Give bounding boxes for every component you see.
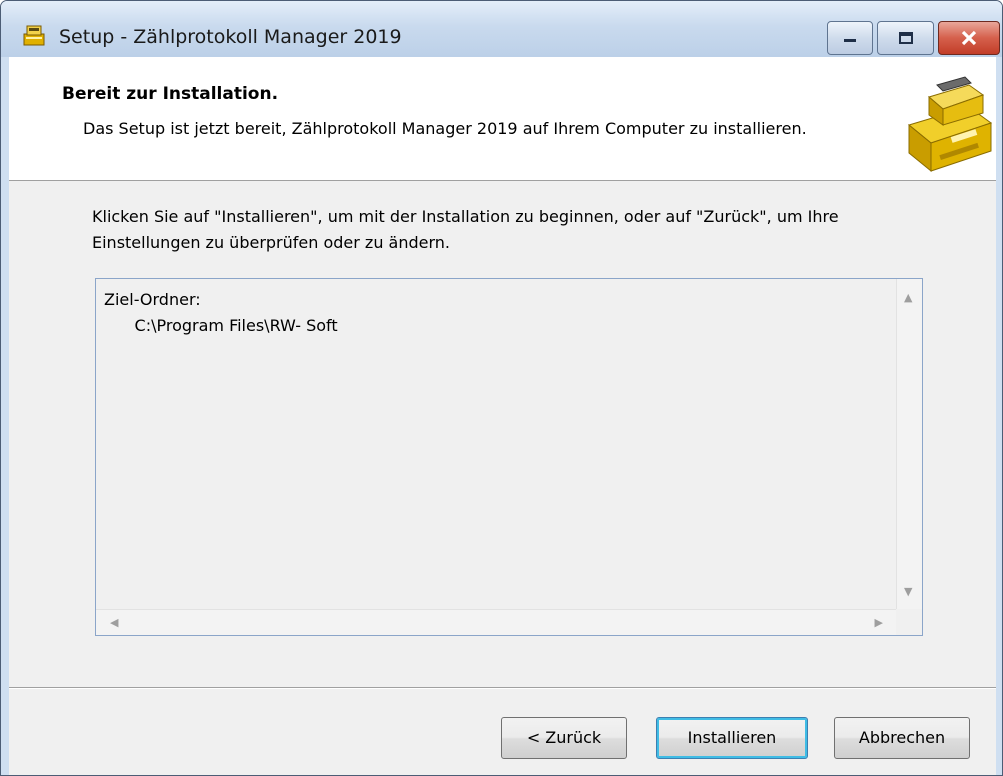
cash-register-icon — [907, 76, 993, 173]
footer-divider — [9, 687, 996, 689]
cancel-button[interactable]: Abbrechen — [834, 717, 970, 759]
close-button[interactable] — [938, 21, 1000, 55]
maximize-icon — [898, 32, 913, 44]
title-bar[interactable]: Setup - Zählprotokoll Manager 2019 — [1, 1, 1002, 57]
vertical-scrollbar[interactable]: ▲ ▼ — [896, 279, 922, 610]
scroll-down-icon[interactable]: ▼ — [904, 586, 912, 597]
destination-label: Ziel-Ordner: — [104, 290, 201, 309]
minimize-button[interactable] — [827, 21, 873, 55]
destination-path: C:\Program Files\RW- Soft — [134, 316, 338, 335]
maximize-button[interactable] — [877, 21, 934, 55]
scroll-left-icon[interactable]: ◀ — [110, 617, 118, 628]
back-button[interactable]: < Zurück — [501, 717, 627, 759]
scroll-up-icon[interactable]: ▲ — [904, 292, 912, 303]
scrollbar-corner — [896, 609, 922, 635]
setup-window: Setup - Zählprotokoll Manager 2019 Berei… — [0, 0, 1003, 776]
instruction-text: Klicken Sie auf "Installieren", um mit d… — [92, 207, 839, 252]
page-title: Bereit zur Installation. — [62, 84, 279, 104]
window-title: Setup - Zählprotokoll Manager 2019 — [59, 26, 402, 48]
scroll-right-icon[interactable]: ▶ — [875, 617, 883, 628]
wizard-header: Bereit zur Installation. Das Setup ist j… — [9, 57, 996, 181]
install-button[interactable]: Installieren — [656, 717, 808, 759]
cash-register-icon — [23, 25, 45, 46]
close-icon — [961, 30, 977, 46]
summary-content: Ziel-Ordner: C:\Program Files\RW- Soft — [104, 287, 338, 339]
minimize-icon — [844, 39, 856, 42]
summary-memo[interactable]: Ziel-Ordner: C:\Program Files\RW- Soft ▲… — [95, 278, 923, 636]
horizontal-scrollbar[interactable]: ◀ ▶ — [96, 609, 897, 635]
wizard-client-area: Bereit zur Installation. Das Setup ist j… — [9, 57, 996, 775]
page-description: Das Setup ist jetzt bereit, Zählprotokol… — [83, 119, 807, 138]
